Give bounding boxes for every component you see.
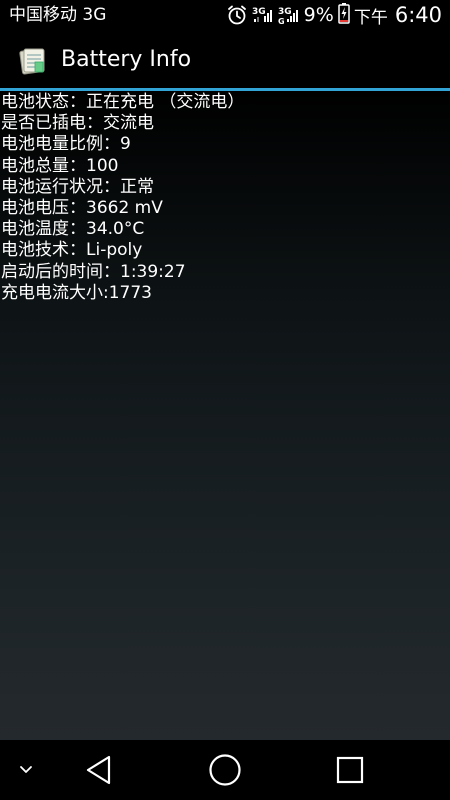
battery-status-line: 电池状态：正在充电 （交流电） — [1, 92, 245, 112]
chevron-down-icon[interactable] — [4, 740, 48, 800]
signal-3g-icon: 3G G — [278, 4, 300, 26]
battery-voltage-line: 电池电压：3662 mV — [1, 197, 163, 218]
status-icons: 3G 3G G 9% 下午 6:40 — [226, 2, 442, 28]
clock: 6:40 — [394, 3, 442, 27]
recents-icon[interactable] — [322, 740, 378, 800]
battery-charging-icon — [338, 2, 350, 28]
home-icon[interactable] — [197, 740, 253, 800]
plugged-line: 是否已插电：交流电 — [1, 113, 154, 134]
battery-temperature-line: 电池温度：34.0°C — [1, 219, 145, 240]
app-icon[interactable] — [17, 46, 47, 80]
page-title: Battery Info — [61, 47, 192, 72]
battery-technology-line: 电池技术：Li-poly — [1, 240, 143, 261]
carrier-label: 中国移动 3G — [9, 5, 107, 25]
time-period: 下午 — [353, 7, 388, 28]
uptime-line: 启动后的时间：1:39:27 — [1, 261, 186, 282]
alarm-icon — [226, 4, 248, 26]
svg-text:G: G — [278, 17, 285, 26]
action-bar: Battery Info — [0, 30, 450, 88]
signal-3g-icon: 3G — [252, 4, 274, 26]
charging-current-line: 充电电流大小:1773 — [1, 282, 152, 303]
navigation-bar — [0, 740, 450, 800]
battery-level-line: 电池电量比例：9 — [1, 134, 131, 155]
battery-health-line: 电池运行状况：正常 — [1, 176, 154, 197]
battery-percent: 9% — [303, 4, 334, 26]
action-bar-divider — [0, 88, 450, 91]
battery-scale-line: 电池总量：100 — [1, 155, 119, 176]
battery-info-list: 电池状态：正在充电 （交流电） 是否已插电：交流电 电池电量比例：9 电池总量：… — [0, 92, 450, 304]
back-icon[interactable] — [72, 740, 128, 800]
screen: 中国移动 3G 3G 3G G 9% 下午 6:40 Battery Info … — [0, 0, 450, 800]
svg-text:3G: 3G — [252, 7, 266, 17]
status-bar: 中国移动 3G 3G 3G G 9% 下午 6:40 — [0, 0, 450, 30]
svg-text:3G: 3G — [278, 7, 292, 17]
